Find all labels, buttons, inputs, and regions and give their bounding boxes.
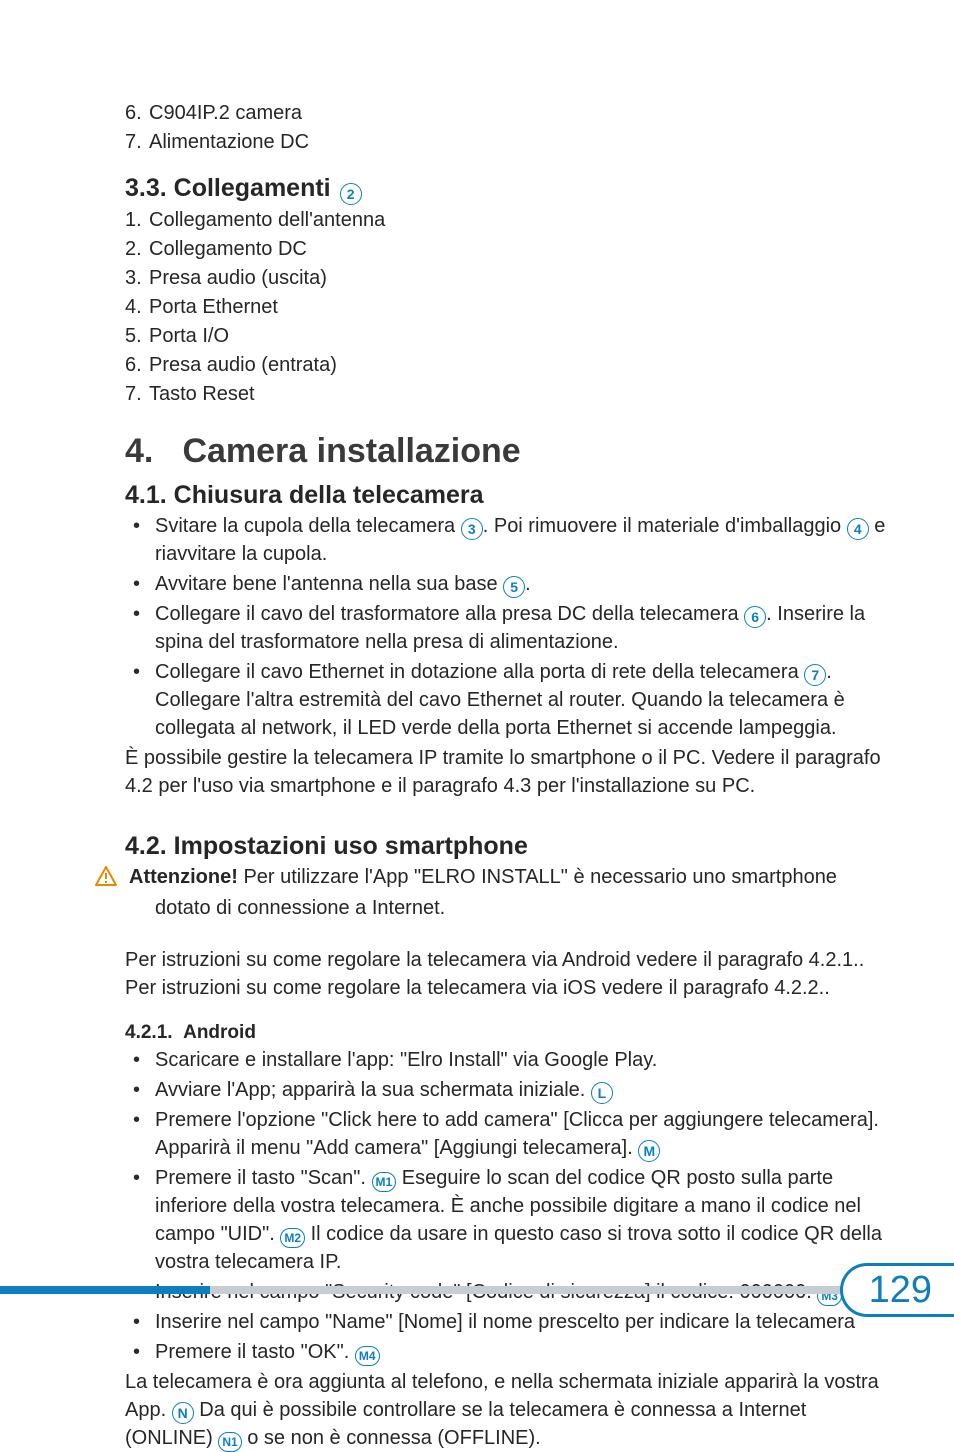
list-item: Premere l'opzione "Click here to add cam…	[125, 1106, 894, 1162]
list-collegamenti: 1.Collegamento dell'antenna 2.Collegamen…	[125, 207, 894, 408]
page-number-box: 129	[840, 1263, 954, 1317]
list-item-text: Presa audio (entrata)	[149, 354, 337, 376]
footer-bar-accent	[0, 1286, 210, 1294]
list-item: Collegare il cavo Ethernet in dotazione …	[125, 658, 894, 742]
list-item: Svitare la cupola della telecamera 3. Po…	[125, 512, 894, 568]
list-item-text: Presa audio (uscita)	[149, 267, 327, 289]
heading-number: 3.3.	[125, 174, 167, 202]
figure-ref-badge: 2	[340, 183, 362, 205]
figure-ref-badge: 4	[847, 518, 869, 540]
attention-text: Per utilizzare l'App "ELRO INSTALL" è ne…	[155, 866, 837, 919]
heading-4-1: 4.1. Chiusura della telecamera	[125, 481, 894, 510]
figure-ref-badge: M1	[372, 1172, 397, 1192]
attention-note: Attenzione! Per utilizzare l'App "ELRO I…	[125, 863, 894, 922]
figure-ref-badge: M2	[280, 1228, 305, 1248]
heading-number: 4.1.	[125, 481, 167, 509]
list-item: 4.Porta Ethernet	[125, 294, 894, 321]
heading-3-3: 3.3. Collegamenti 2	[125, 174, 894, 205]
heading-4: 4. Camera installazione	[125, 432, 894, 471]
list-item: 6.Presa audio (entrata)	[125, 352, 894, 379]
page-number: 129	[869, 1269, 932, 1312]
heading-title: Android	[183, 1022, 256, 1043]
heading-title: Impostazioni uso smartphone	[174, 832, 528, 860]
list-item: 7.Tasto Reset	[125, 381, 894, 408]
list-item-text: Collegamento DC	[149, 238, 307, 260]
list-item: Premere il tasto "Scan". M1 Eseguire lo …	[125, 1164, 894, 1276]
list-item-text: Porta Ethernet	[149, 296, 278, 318]
figure-ref-badge: 6	[744, 606, 766, 628]
list-item: 6.C904IP.2 camera	[125, 100, 894, 127]
heading-number: 4.2.	[125, 832, 167, 860]
heading-title: Camera installazione	[182, 432, 520, 470]
paragraph: Per istruzioni su come regolare la telec…	[125, 946, 894, 1002]
list-item-text: Tasto Reset	[149, 383, 255, 405]
list-item: Avvitare bene l'antenna nella sua base 5…	[125, 570, 894, 598]
figure-ref-badge: L	[591, 1082, 613, 1104]
footer-bar	[0, 1286, 954, 1294]
heading-title: Chiusura della telecamera	[174, 481, 484, 509]
figure-ref-badge: M4	[355, 1346, 380, 1366]
figure-ref-badge: N	[172, 1402, 194, 1424]
paragraph-trailing: La telecamera è ora aggiunta al telefono…	[125, 1368, 894, 1452]
list-android: Scaricare e installare l'app: "Elro Inst…	[125, 1046, 894, 1366]
list-item-text: Collegamento dell'antenna	[149, 209, 385, 231]
list-item: 7.Alimentazione DC	[125, 129, 894, 156]
list-item: 2.Collegamento DC	[125, 236, 894, 263]
paragraph: È possibile gestire la telecamera IP tra…	[125, 744, 894, 800]
list-item: 3.Presa audio (uscita)	[125, 265, 894, 292]
figure-ref-badge: N1	[218, 1432, 241, 1452]
list-item: Avviare l'App; apparirà la sua schermata…	[125, 1076, 894, 1104]
heading-4-2-1: 4.2.1. Android	[125, 1022, 894, 1044]
heading-title: Collegamenti	[174, 174, 331, 202]
figure-ref-badge: 5	[503, 576, 525, 598]
list-item: 1.Collegamento dell'antenna	[125, 207, 894, 234]
heading-4-2: 4.2. Impostazioni uso smartphone	[125, 832, 894, 861]
figure-ref-badge: 7	[804, 664, 826, 686]
list-chiusura: Svitare la cupola della telecamera 3. Po…	[125, 512, 894, 742]
list-item: Premere il tasto "OK". M4	[125, 1338, 894, 1366]
list-item: 5.Porta I/O	[125, 323, 894, 350]
page-footer: 129	[0, 1263, 954, 1317]
list-item-text: Alimentazione DC	[149, 131, 309, 153]
heading-number: 4.	[125, 432, 173, 471]
list-item-text: C904IP.2 camera	[149, 102, 302, 124]
figure-ref-badge: 3	[461, 518, 483, 540]
list-item-text: Porta I/O	[149, 325, 229, 347]
attention-label: Attenzione!	[129, 866, 238, 888]
heading-number: 4.2.1.	[125, 1022, 173, 1043]
list-item: Collegare il cavo del trasformatore alla…	[125, 600, 894, 656]
list-description-continued: 6.C904IP.2 camera 7.Alimentazione DC	[125, 100, 894, 156]
list-item: Scaricare e installare l'app: "Elro Inst…	[125, 1046, 894, 1074]
figure-ref-badge: M	[638, 1140, 660, 1162]
